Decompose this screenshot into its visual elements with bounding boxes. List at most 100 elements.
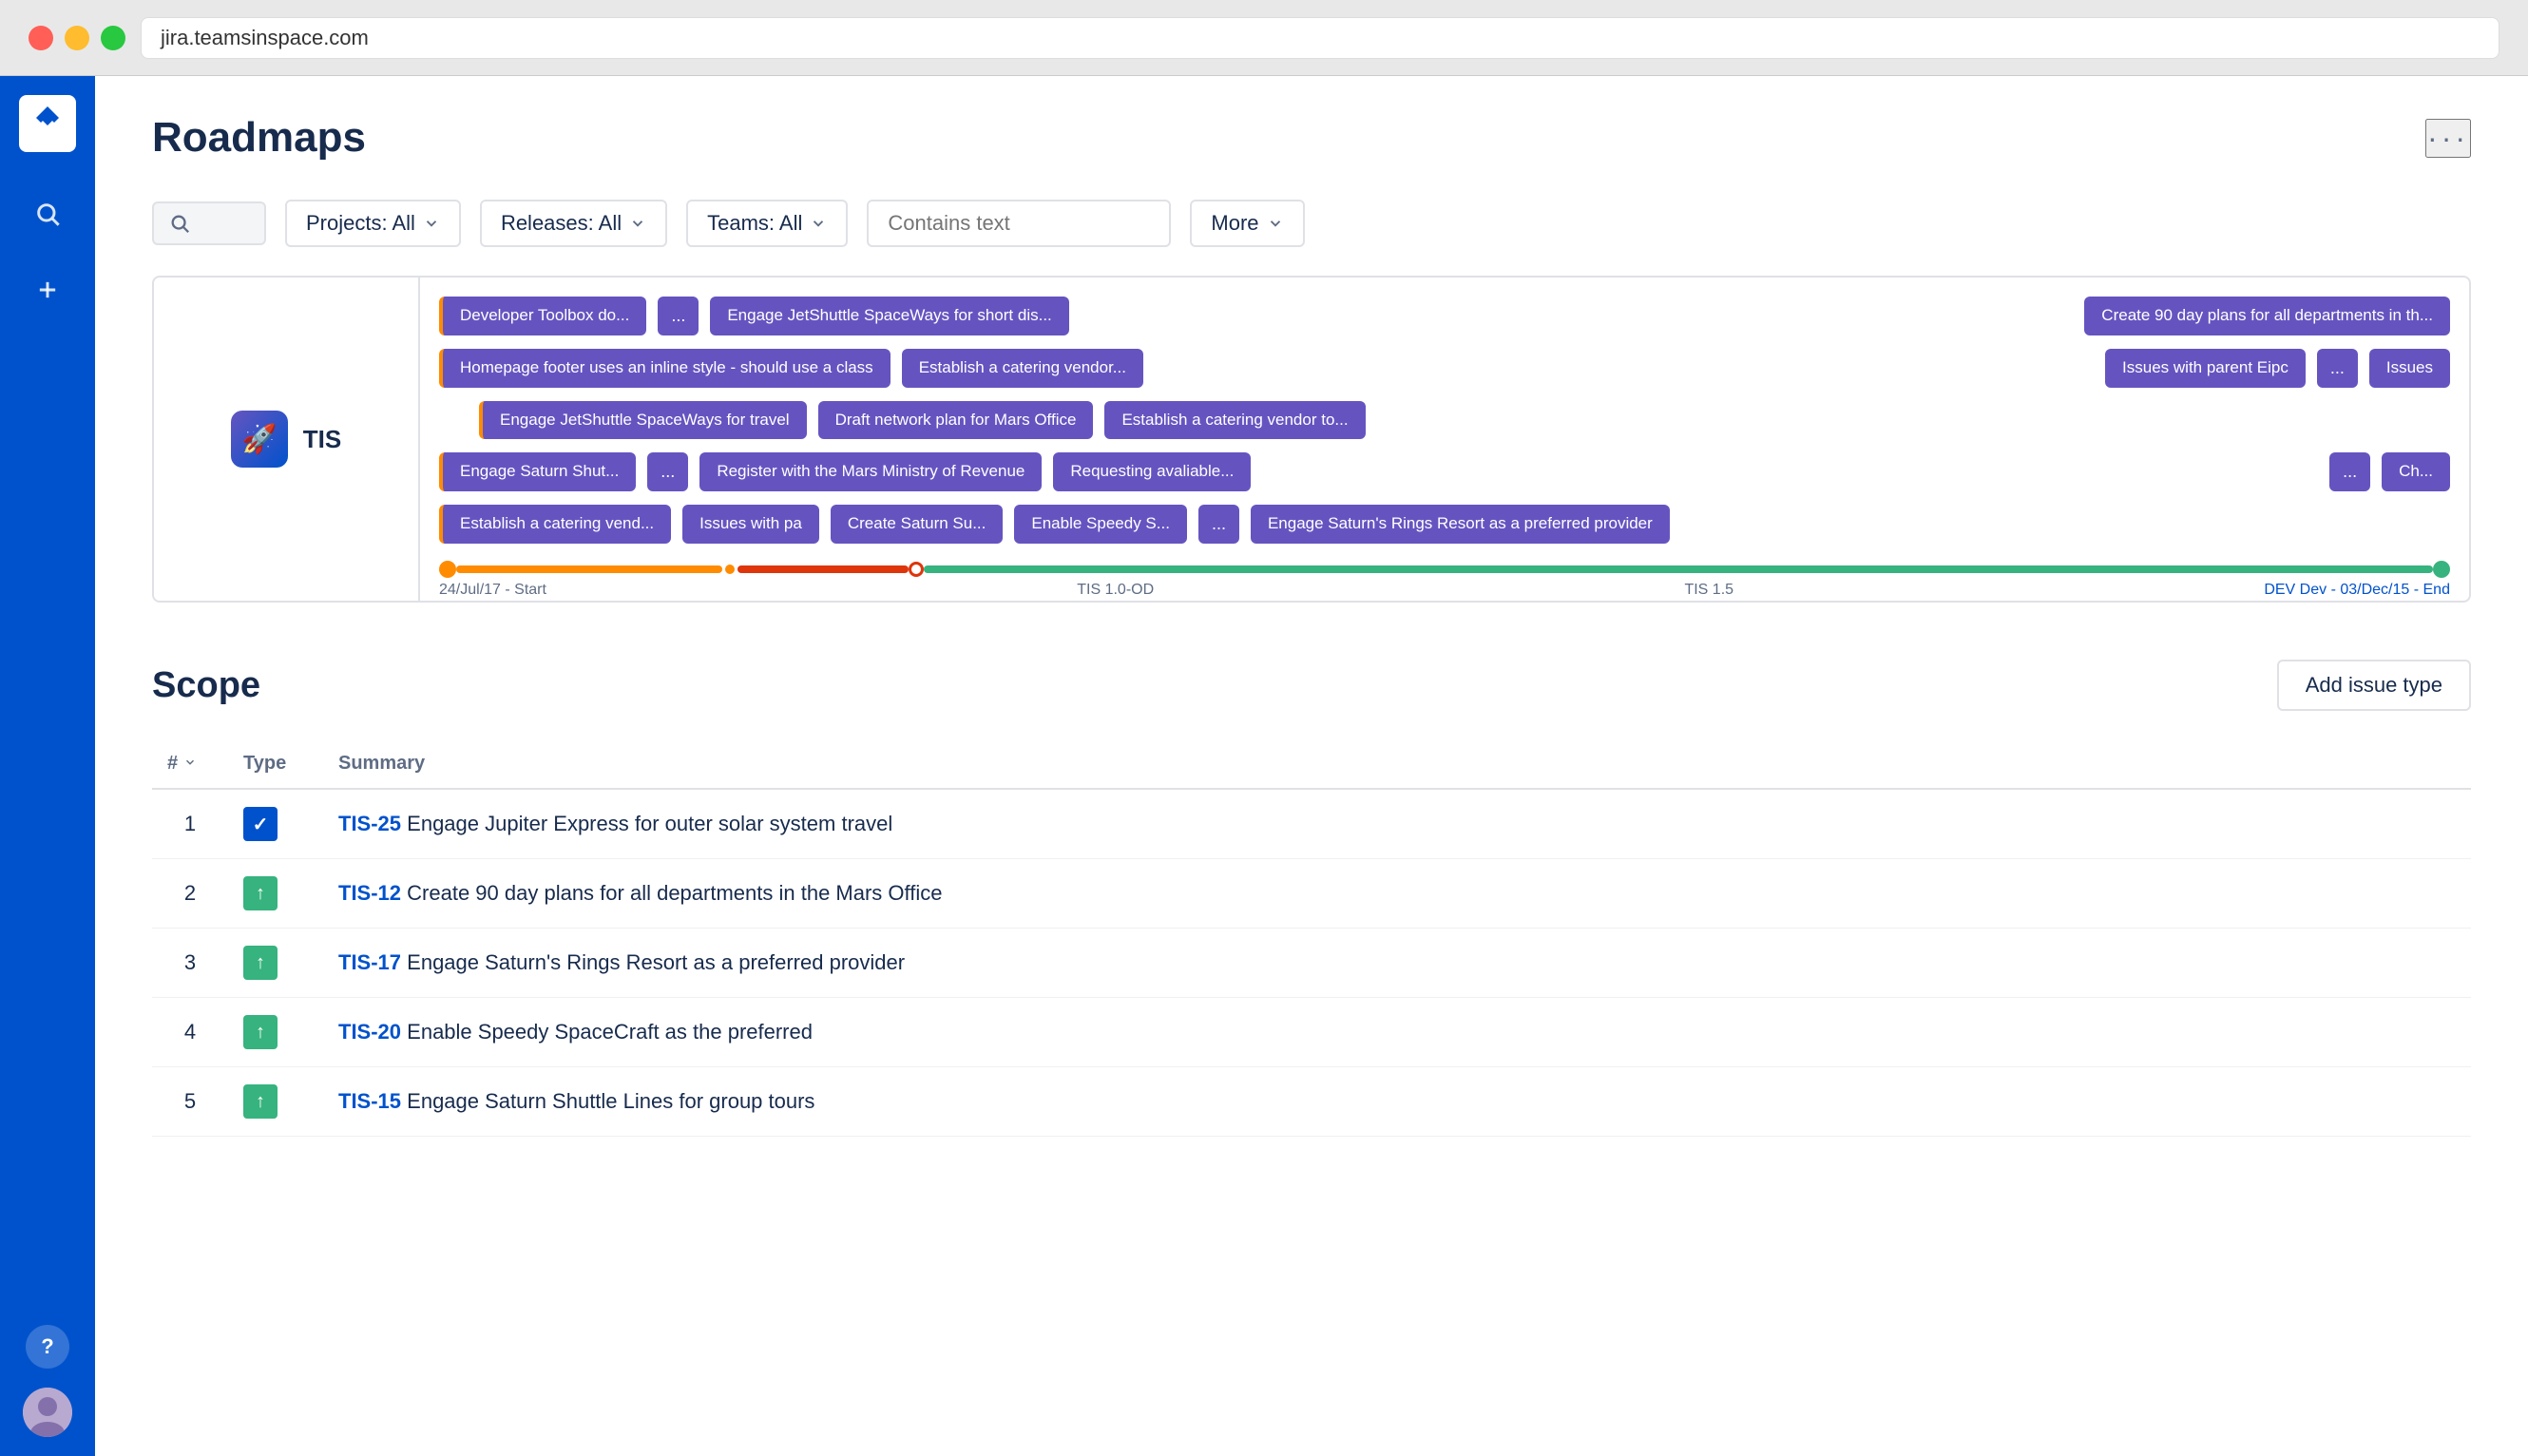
chip[interactable]: Enable Speedy S... [1014, 505, 1187, 544]
chip[interactable]: Requesting avaliable... [1053, 452, 1251, 491]
minimize-dot[interactable] [65, 26, 89, 50]
chevron-down-icon [423, 215, 440, 232]
project-name: TIS [303, 425, 341, 454]
chip[interactable]: Issues with pa [682, 505, 819, 544]
issue-id-link[interactable]: TIS-20 [338, 1020, 401, 1044]
search-icon[interactable] [24, 190, 71, 238]
issue-id-link[interactable]: TIS-17 [338, 950, 401, 974]
chip[interactable]: Issues with parent Eipc [2105, 349, 2306, 388]
browser-chrome: jira.teamsinspace.com [0, 0, 2528, 76]
roadmap-right-panel: Developer Toolbox do... ... Engage JetSh… [420, 278, 2469, 601]
projects-filter[interactable]: Projects: All [285, 200, 461, 247]
chip[interactable]: Developer Toolbox do... [439, 297, 646, 335]
issue-summary-cell: TIS-20 Enable Speedy SpaceCraft as the p… [323, 998, 2471, 1067]
add-issue-type-button[interactable]: Add issue type [2277, 660, 2471, 711]
teams-filter[interactable]: Teams: All [686, 200, 848, 247]
col-type: Type [228, 739, 323, 789]
app: ? Roadmaps ··· [0, 76, 2528, 1456]
scope-header: Scope Add issue type [152, 660, 2471, 711]
timeline-segment-red [737, 565, 909, 573]
close-dot[interactable] [29, 26, 53, 50]
page-title: Roadmaps [152, 114, 366, 162]
issue-type-cell: ↑ [228, 859, 323, 929]
search-button[interactable] [152, 201, 266, 245]
issue-summary-text: Engage Jupiter Express for outer solar s… [407, 812, 892, 835]
scope-title: Scope [152, 665, 260, 706]
table-row: 4 ↑ TIS-20 Enable Speedy SpaceCraft as t… [152, 998, 2471, 1067]
filter-bar: Projects: All Releases: All Teams: All M… [152, 200, 2471, 247]
chip[interactable]: Ch... [2382, 452, 2450, 491]
issue-id-link[interactable]: TIS-12 [338, 881, 401, 905]
chevron-down-icon [1267, 215, 1284, 232]
releases-filter[interactable]: Releases: All [480, 200, 667, 247]
task-type-icon: ↑ [243, 876, 278, 910]
project-badge: 🚀 TIS [231, 411, 341, 468]
chip[interactable]: Create Saturn Su... [831, 505, 1004, 544]
col-summary: Summary [323, 739, 2471, 789]
chip[interactable]: Engage Saturn's Rings Resort as a prefer… [1251, 505, 1670, 544]
chip[interactable]: Engage JetShuttle SpaceWays for travel [479, 401, 807, 439]
table-row: 1 ✓ TIS-25 Engage Jupiter Express for ou… [152, 789, 2471, 859]
issue-summary-cell: TIS-12 Create 90 day plans for all depar… [323, 859, 2471, 929]
issue-summary-text: Engage Saturn's Rings Resort as a prefer… [407, 950, 905, 974]
create-icon[interactable] [24, 266, 71, 314]
chip-ellipsis[interactable]: ... [1198, 505, 1239, 544]
issue-type-cell: ✓ [228, 789, 323, 859]
task-type-icon: ↑ [243, 1015, 278, 1049]
swimlane-row-3: Engage JetShuttle SpaceWays for travel D… [439, 401, 2450, 439]
chip-ellipsis[interactable]: ... [2317, 349, 2358, 388]
roadmap-container: 🚀 TIS Developer Toolbox do... ... Engage… [152, 276, 2471, 603]
story-type-icon: ✓ [243, 807, 278, 841]
chip[interactable]: Establish a catering vendor to... [1104, 401, 1365, 439]
swimlane-row-5: Establish a catering vend... Issues with… [439, 505, 2450, 544]
text-filter-input[interactable] [867, 200, 1171, 247]
swimlane-row-2: Homepage footer uses an inline style - s… [439, 349, 2450, 388]
fullscreen-dot[interactable] [101, 26, 125, 50]
help-button[interactable]: ? [26, 1325, 69, 1369]
issue-id-link[interactable]: TIS-25 [338, 812, 401, 835]
chip[interactable]: Create 90 day plans for all departments … [2084, 297, 2450, 335]
more-options-button[interactable]: ··· [2425, 119, 2471, 158]
timeline-mid-dot-2 [909, 562, 924, 577]
chip-ellipsis[interactable]: ... [658, 297, 699, 335]
chip-ellipsis[interactable]: ... [2329, 452, 2370, 491]
timeline-end-label: DEV Dev - 03/Dec/15 - End [2264, 582, 2450, 599]
scope-table: # Type Summary 1 ✓ TIS-25 Engage Ju [152, 739, 2471, 1137]
timeline-start-label: 24/Jul/17 - Start [439, 582, 546, 599]
chip[interactable]: Draft network plan for Mars Office [818, 401, 1094, 439]
timeline-start-dot [439, 561, 456, 578]
roadmap-inner: 🚀 TIS Developer Toolbox do... ... Engage… [154, 278, 2469, 601]
app-logo[interactable] [19, 95, 76, 152]
issue-type-cell: ↑ [228, 1067, 323, 1137]
search-icon [169, 213, 190, 234]
issue-id-link[interactable]: TIS-15 [338, 1089, 401, 1113]
chip[interactable]: Issues [2369, 349, 2450, 388]
issue-summary-text: Create 90 day plans for all departments … [407, 881, 942, 905]
timeline-segment-green [924, 565, 2433, 573]
chip-ellipsis[interactable]: ... [647, 452, 688, 491]
chip[interactable]: Register with the Mars Ministry of Reven… [699, 452, 1042, 491]
chevron-down-icon [810, 215, 827, 232]
timeline-bar: 24/Jul/17 - Start TIS 1.0-OD TIS 1.5 DEV… [439, 553, 2450, 601]
row-num: 5 [152, 1067, 228, 1137]
row-num: 3 [152, 929, 228, 998]
main-content: Roadmaps ··· Projects: All Releases: All… [95, 76, 2528, 1456]
row-num: 4 [152, 998, 228, 1067]
roadmap-left-panel: 🚀 TIS [154, 278, 420, 601]
col-num[interactable]: # [152, 739, 228, 789]
issue-summary-text: Enable Speedy SpaceCraft as the preferre… [407, 1020, 813, 1044]
more-filter-button[interactable]: More [1190, 200, 1304, 247]
chip[interactable]: Homepage footer uses an inline style - s… [439, 349, 891, 388]
table-body: 1 ✓ TIS-25 Engage Jupiter Express for ou… [152, 789, 2471, 1137]
chip[interactable]: Engage Saturn Shut... [439, 452, 636, 491]
issue-summary-cell: TIS-15 Engage Saturn Shuttle Lines for g… [323, 1067, 2471, 1137]
chip[interactable]: Establish a catering vend... [439, 505, 671, 544]
url-bar[interactable]: jira.teamsinspace.com [141, 17, 2499, 59]
browser-dots [29, 26, 125, 50]
timeline-segment-orange [456, 565, 722, 573]
chip[interactable]: Establish a catering vendor... [902, 349, 1143, 388]
chip[interactable]: Engage JetShuttle SpaceWays for short di… [710, 297, 1068, 335]
timeline-mid1-label: TIS 1.0-OD [1077, 582, 1154, 599]
user-avatar[interactable] [23, 1388, 72, 1437]
sidebar-bottom: ? [23, 1325, 72, 1437]
